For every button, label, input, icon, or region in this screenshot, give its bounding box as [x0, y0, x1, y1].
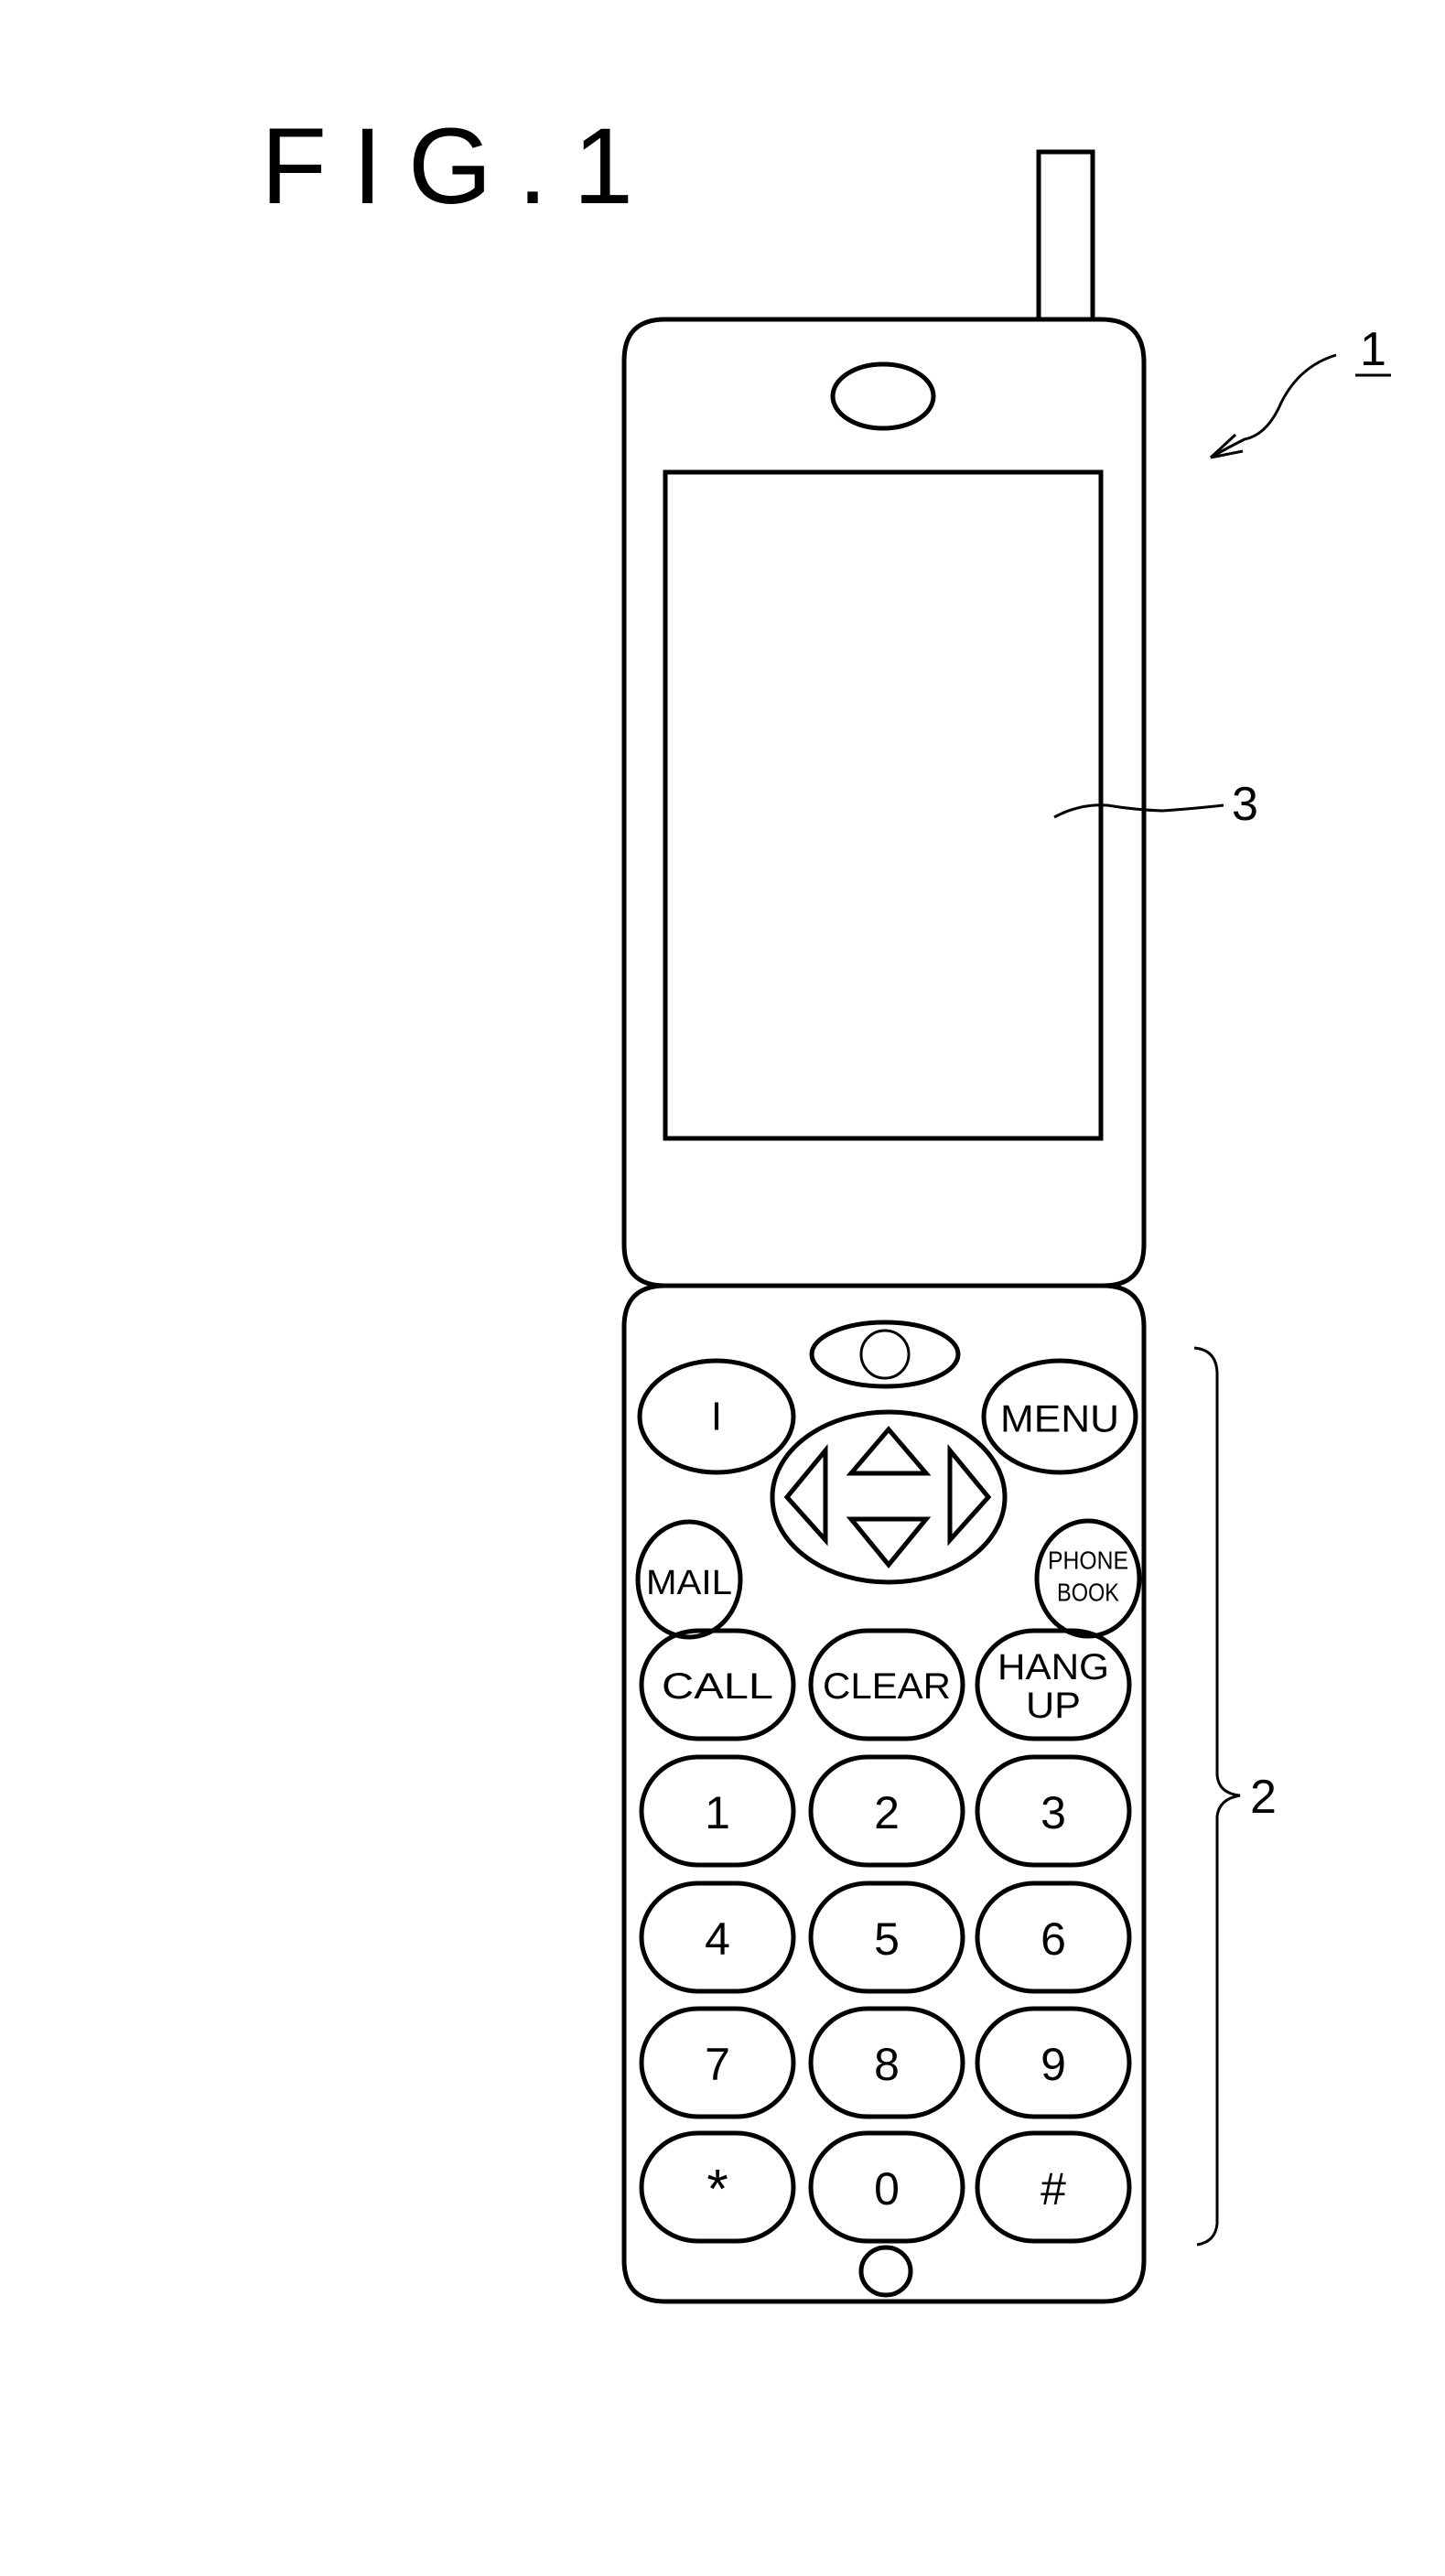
call-key-label: CALL: [662, 1666, 773, 1707]
earpiece-icon: [830, 361, 936, 431]
number-key[interactable]: 2: [808, 1754, 965, 1868]
dpad-down-arrow-icon[interactable]: [846, 1516, 932, 1568]
number-key[interactable]: 3: [975, 1754, 1132, 1868]
dpad-up-arrow-icon[interactable]: [846, 1426, 932, 1476]
number-key-label: 2: [874, 1787, 900, 1838]
menu-key-label: MENU: [1000, 1397, 1119, 1440]
number-key[interactable]: 7: [639, 2006, 796, 2119]
number-key-label: 6: [1041, 1913, 1066, 1965]
arrow-head-icon: [1209, 433, 1244, 459]
number-key-label: 1: [705, 1787, 730, 1838]
menu-key[interactable]: MENU: [981, 1358, 1138, 1475]
number-key[interactable]: 9: [975, 2006, 1132, 2119]
leader-line-display: [1053, 803, 1224, 819]
mail-key-label: MAIL: [646, 1564, 732, 1602]
upper-housing: [621, 317, 1147, 1288]
leader-line-phone: [1210, 353, 1337, 459]
dpad[interactable]: [770, 1409, 1008, 1585]
ref-label-phone: 1: [1360, 323, 1386, 376]
ref-label-display: 3: [1232, 778, 1258, 831]
hangup-key-label-line1: HANG: [997, 1647, 1109, 1687]
microphone-icon: [858, 2245, 913, 2298]
number-key[interactable]: 5: [808, 1881, 965, 1994]
ref-label-keypad: 2: [1250, 1771, 1277, 1824]
number-keypad: 1 2 3 4 5 6 7 8 9 * 0 #: [639, 1754, 1132, 2244]
number-key-label: 7: [705, 2039, 730, 2090]
number-key[interactable]: *: [639, 2130, 796, 2244]
number-key[interactable]: 8: [808, 2006, 965, 2119]
number-key-label: 4: [705, 1913, 730, 1965]
number-key-label: 9: [1041, 2039, 1066, 2090]
number-key-label: 3: [1041, 1787, 1066, 1838]
display-screen[interactable]: [663, 469, 1104, 1141]
left-soft-key[interactable]: I: [637, 1358, 796, 1475]
keypad-bracket: [1193, 1346, 1241, 2247]
number-key[interactable]: 1: [639, 1754, 796, 1868]
mail-key[interactable]: MAIL: [635, 1519, 743, 1640]
phonebook-key-label-line2: BOOK: [1057, 1579, 1119, 1607]
phonebook-key-label-line1: PHONE: [1048, 1547, 1128, 1575]
antenna: [1036, 149, 1095, 322]
figure-title: FIG.1: [261, 106, 659, 227]
dpad-right-arrow-icon[interactable]: [947, 1444, 992, 1547]
number-key-label: #: [1041, 2163, 1066, 2215]
dpad-left-arrow-icon[interactable]: [783, 1444, 828, 1547]
hangup-key[interactable]: HANG UP: [975, 1628, 1132, 1741]
number-key-label: 5: [874, 1913, 900, 1965]
number-key[interactable]: 0: [808, 2130, 965, 2244]
number-key-label: 8: [874, 2039, 900, 2090]
patent-figure: FIG.1 3 1 I MENU MAIL PHONE BOOK CALL CL…: [261, 106, 1391, 2304]
number-key[interactable]: 4: [639, 1881, 796, 1994]
number-key[interactable]: #: [975, 2130, 1132, 2244]
clear-key[interactable]: CLEAR: [808, 1628, 965, 1741]
left-soft-key-label: I: [711, 1395, 722, 1439]
number-key-label: 0: [874, 2163, 900, 2215]
hangup-key-label-line2: UP: [1026, 1686, 1081, 1726]
clear-key-label: CLEAR: [823, 1666, 951, 1707]
select-key[interactable]: [809, 1320, 961, 1389]
call-key[interactable]: CALL: [639, 1628, 796, 1741]
phonebook-key[interactable]: PHONE BOOK: [1034, 1518, 1142, 1639]
select-circle-icon: [859, 1329, 911, 1380]
number-key-label: *: [706, 2159, 728, 2220]
number-key[interactable]: 6: [975, 1881, 1132, 1994]
